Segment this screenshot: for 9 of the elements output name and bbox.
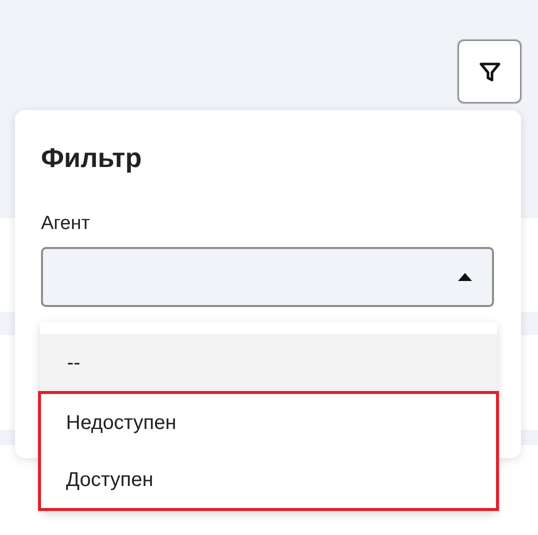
field-label: Агент — [41, 212, 90, 236]
agent-select[interactable] — [41, 246, 494, 307]
filter-button[interactable] — [458, 40, 521, 103]
dropdown-option[interactable]: -- — [40, 334, 497, 391]
dropdown-option[interactable]: Недоступен — [41, 394, 496, 451]
caret-icon — [458, 272, 472, 281]
filter-icon — [478, 60, 502, 84]
panel-title: Фильтр — [41, 142, 143, 174]
dropdown-option[interactable]: Доступен — [41, 451, 496, 508]
